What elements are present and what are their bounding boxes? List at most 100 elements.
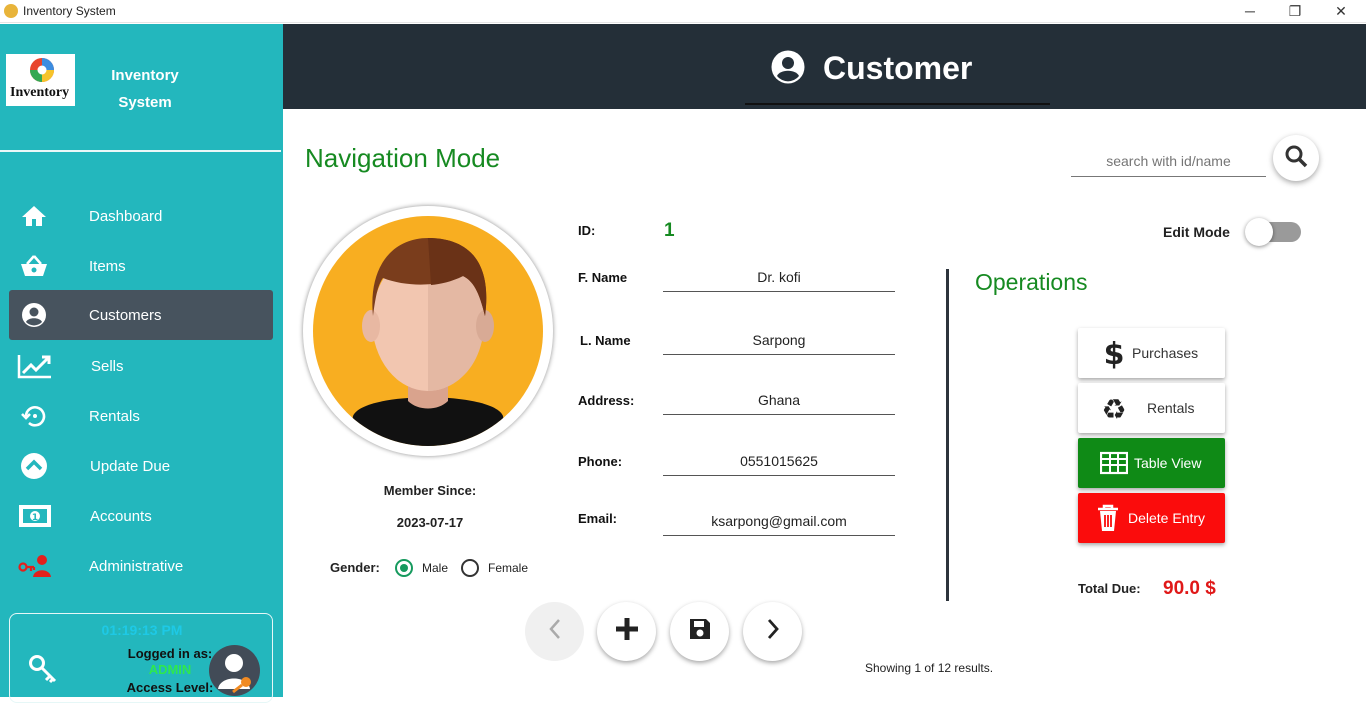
table-view-label: Table View	[1134, 455, 1202, 471]
table-view-button[interactable]: Table View	[1078, 438, 1225, 488]
previous-button[interactable]	[525, 602, 584, 661]
sidebar-item-label: Items	[89, 257, 126, 275]
chevron-right-icon	[764, 617, 782, 646]
brand-line-2: System	[118, 94, 172, 111]
recycle-icon: ♻	[1098, 392, 1130, 424]
next-button[interactable]	[743, 602, 802, 661]
brand-line-1: Inventory	[111, 67, 179, 84]
phone-field[interactable]: 0551015625	[663, 446, 895, 476]
sidebar-item-dashboard[interactable]: Dashboard	[9, 191, 273, 241]
trash-icon	[1092, 502, 1124, 534]
results-count: Showing 1 of 12 results.	[865, 661, 994, 675]
page-title: Customer	[823, 50, 973, 86]
fname-field[interactable]: Dr. kofi	[663, 262, 895, 292]
gender-female-label: Female	[488, 561, 529, 575]
search-input[interactable]	[1071, 145, 1266, 177]
svg-text:1: 1	[32, 513, 38, 523]
id-label: ID:	[578, 223, 596, 238]
maximize-button[interactable]: ❐	[1272, 0, 1318, 23]
delete-entry-button[interactable]: Delete Entry	[1078, 493, 1225, 543]
brand-name: Inventory System	[100, 62, 190, 116]
user-avatar	[209, 645, 260, 696]
table-icon	[1098, 447, 1130, 479]
save-icon	[688, 617, 712, 646]
lname-field[interactable]: Sarpong	[663, 325, 895, 355]
sidebar-item-administrative[interactable]: Administrative	[9, 541, 273, 591]
save-button[interactable]	[670, 602, 729, 661]
email-field[interactable]: ksarpong@gmail.com	[663, 506, 895, 536]
toggle-knob	[1245, 218, 1273, 246]
gender-male-label: Male	[422, 561, 449, 575]
id-value: 1	[664, 220, 675, 241]
key-icon	[28, 654, 58, 689]
sidebar-item-sells[interactable]: Sells	[9, 341, 273, 391]
sidebar-item-items[interactable]: Items	[9, 241, 273, 291]
email-label: Email:	[578, 511, 618, 526]
total-due-value: 90.0 $	[1163, 578, 1216, 599]
purchases-label: Purchases	[1132, 345, 1199, 361]
person-avatar-icon	[313, 216, 543, 446]
history-icon	[19, 401, 49, 431]
operations-title: Operations	[975, 269, 1088, 295]
lname-label: L. Name	[580, 333, 631, 348]
dollar-icon: $	[1098, 337, 1130, 369]
svg-text:$: $	[1104, 337, 1125, 369]
search-icon	[1284, 144, 1308, 173]
plus-icon	[614, 616, 640, 647]
window-title: Inventory System	[23, 4, 116, 18]
sidebar-item-label: Dashboard	[89, 207, 163, 225]
purchases-button[interactable]: $ Purchases	[1078, 328, 1225, 378]
app-icon	[4, 4, 18, 18]
sidebar: Inventory Inventory System Dashboard Ite…	[0, 24, 283, 703]
basket-icon	[19, 251, 49, 281]
total-due-label: Total Due:	[1078, 581, 1141, 596]
clock-text: 01:19:13 PM	[101, 622, 183, 638]
sidebar-item-label: Sells	[91, 357, 124, 375]
search-button[interactable]	[1273, 135, 1319, 181]
gender-label: Gender:	[330, 560, 380, 575]
gender-female-radio[interactable]	[461, 559, 479, 577]
sidebar-item-label: Customers	[89, 306, 162, 324]
sidebar-item-label: Administrative	[89, 557, 184, 575]
minimize-button[interactable]: ─	[1227, 0, 1273, 23]
window-titlebar: Inventory System ─ ❐ ✕	[0, 0, 1366, 23]
rentals-label: Rentals	[1147, 400, 1195, 416]
sidebar-item-update-due[interactable]: Update Due	[9, 441, 273, 491]
rentals-button[interactable]: ♻ Rentals	[1078, 383, 1225, 433]
gender-male-radio[interactable]	[395, 559, 413, 577]
svg-text:♻: ♻	[1101, 393, 1126, 424]
cash-icon: 1	[17, 501, 53, 531]
sidebar-item-label: Update Due	[90, 457, 171, 475]
edit-mode-label: Edit Mode	[1163, 224, 1230, 240]
customer-photo	[303, 206, 553, 456]
account-circle-icon	[771, 50, 805, 89]
delete-entry-label: Delete Entry	[1128, 510, 1206, 526]
add-button[interactable]	[597, 602, 656, 661]
logo-text: Inventory	[10, 85, 70, 100]
close-button[interactable]: ✕	[1318, 0, 1364, 23]
member-since-value: 2023-07-17	[396, 515, 464, 530]
chevron-left-icon	[546, 617, 564, 646]
mode-title: Navigation Mode	[305, 143, 501, 173]
sidebar-item-accounts[interactable]: 1 Accounts	[9, 491, 273, 541]
sidebar-item-rentals[interactable]: Rentals	[9, 391, 273, 441]
sidebar-item-label: Rentals	[89, 407, 140, 425]
address-label: Address:	[578, 393, 635, 408]
sidebar-divider	[0, 150, 281, 152]
section-divider	[946, 269, 949, 601]
address-field[interactable]: Ghana	[663, 385, 895, 415]
user-info-panel: 01:19:13 PM Logged in as: ADMIN Access L…	[9, 613, 273, 703]
phone-label: Phone:	[578, 454, 623, 469]
app-logo: Inventory	[6, 54, 75, 106]
sidebar-item-customers[interactable]: Customers	[9, 290, 273, 340]
member-since-label: Member Since:	[383, 483, 477, 498]
fname-label: F. Name	[578, 270, 628, 285]
edit-mode-toggle[interactable]	[1245, 218, 1301, 246]
page-header: Customer	[283, 24, 1366, 109]
trending-up-icon	[17, 351, 53, 381]
sidebar-item-label: Accounts	[90, 507, 152, 525]
account-circle-icon	[19, 300, 49, 330]
home-icon	[19, 201, 49, 231]
admin-key-user-icon	[17, 551, 53, 581]
chevron-up-circle-icon	[19, 451, 49, 481]
